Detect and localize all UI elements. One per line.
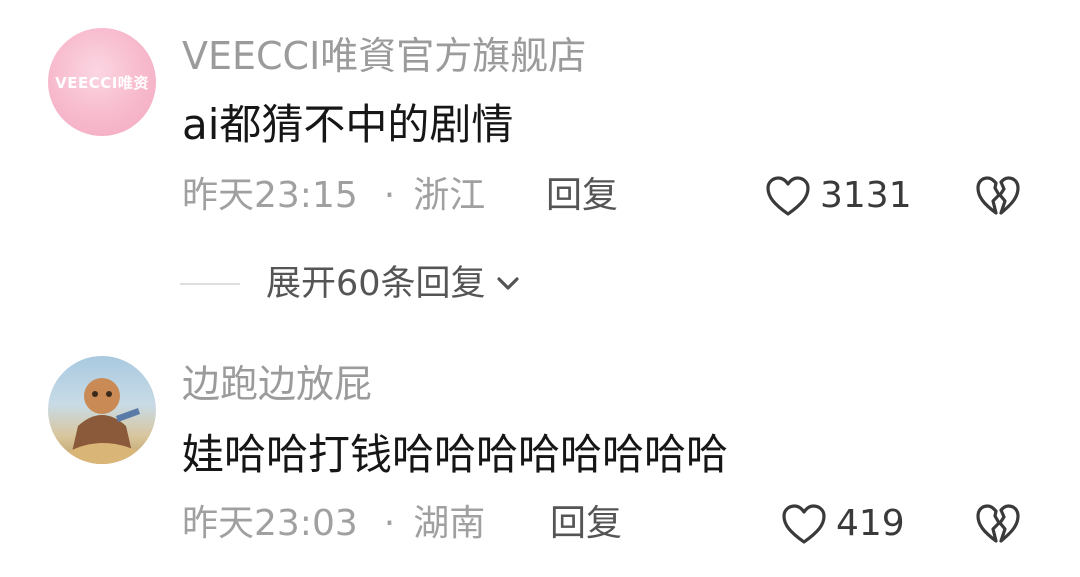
like-count: 419 <box>836 503 905 544</box>
comment-time: 昨天23:15 <box>182 175 358 216</box>
like-button[interactable]: 419 <box>780 502 905 546</box>
like-button[interactable]: 3131 <box>764 174 912 218</box>
reply-button[interactable]: 回复 <box>550 502 622 546</box>
comment-location: 湖南 <box>413 503 486 544</box>
username[interactable]: VEECCI唯資官方旗舰店 <box>182 34 586 78</box>
comment-text: 娃哈哈打钱哈哈哈哈哈哈哈哈 <box>182 430 729 479</box>
comment-time: 昨天23:03 <box>182 503 358 544</box>
username[interactable]: 边跑边放屁 <box>182 362 372 406</box>
expand-replies-label: 展开60条回复 <box>266 264 486 304</box>
comment-meta: 昨天23:03 · 湖南 <box>182 502 535 546</box>
broken-heart-icon[interactable] <box>974 502 1022 546</box>
meta-separator: · <box>383 503 396 544</box>
meta-separator: · <box>383 175 396 216</box>
divider <box>180 283 240 285</box>
avatar[interactable] <box>48 356 156 464</box>
broken-heart-icon[interactable] <box>974 174 1022 218</box>
reply-button[interactable]: 回复 <box>546 174 618 218</box>
like-count: 3131 <box>820 175 912 216</box>
comment-section: VEECCI唯资 VEECCI唯資官方旗舰店 ai都猜不中的剧情 昨天23:15… <box>0 0 1080 577</box>
comment-meta: 昨天23:15 · 浙江 <box>182 174 535 218</box>
comment-text: ai都猜不中的剧情 <box>182 100 514 149</box>
comment-location: 浙江 <box>413 175 486 216</box>
avatar-illustration <box>64 378 140 464</box>
expand-replies-button[interactable]: 展开60条回复 <box>180 262 524 306</box>
chevron-down-icon <box>496 277 519 290</box>
avatar-logo: VEECCI唯资 <box>55 74 149 92</box>
heart-outline-icon <box>766 176 810 216</box>
heart-outline-icon <box>782 504 826 544</box>
avatar[interactable]: VEECCI唯资 <box>48 28 156 136</box>
